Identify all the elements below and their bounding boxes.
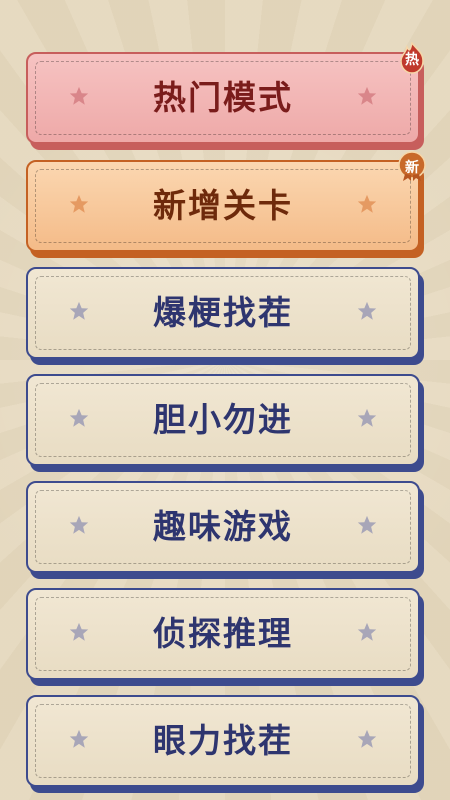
menu-item-eyesight-spot-difference[interactable]: 眼力找茬 [26,695,424,793]
menu-item-label: 趣味游戏 [153,507,293,546]
menu-item-label: 侦探推理 [153,614,293,653]
menu-item-label: 眼力找茬 [153,721,293,760]
flame-badge-icon: 热 [396,41,428,74]
menu-item-detective-reasoning[interactable]: 侦探推理 [26,588,424,686]
menu-item-meme-spot-difference[interactable]: 爆梗找茬 [26,267,424,365]
menu-item-label: 新增关卡 [153,186,293,225]
menu-item-not-for-faint-hearted[interactable]: 胆小勿进 [26,374,424,472]
menu-item-label: 胆小勿进 [153,400,293,439]
menu-item-hot-mode[interactable]: 热门模式 热 [26,41,424,150]
menu-item-fun-games[interactable]: 趣味游戏 [26,481,424,579]
menu-item-label: 爆梗找茬 [153,293,293,332]
hot-badge-label: 热 [405,52,419,68]
ribbon-badge-icon: 新 [396,150,428,182]
menu-item-label: 热门模式 [153,78,293,117]
new-badge-label: 新 [405,160,419,176]
menu-item-new-levels[interactable]: 新增关卡 新 [26,151,426,258]
